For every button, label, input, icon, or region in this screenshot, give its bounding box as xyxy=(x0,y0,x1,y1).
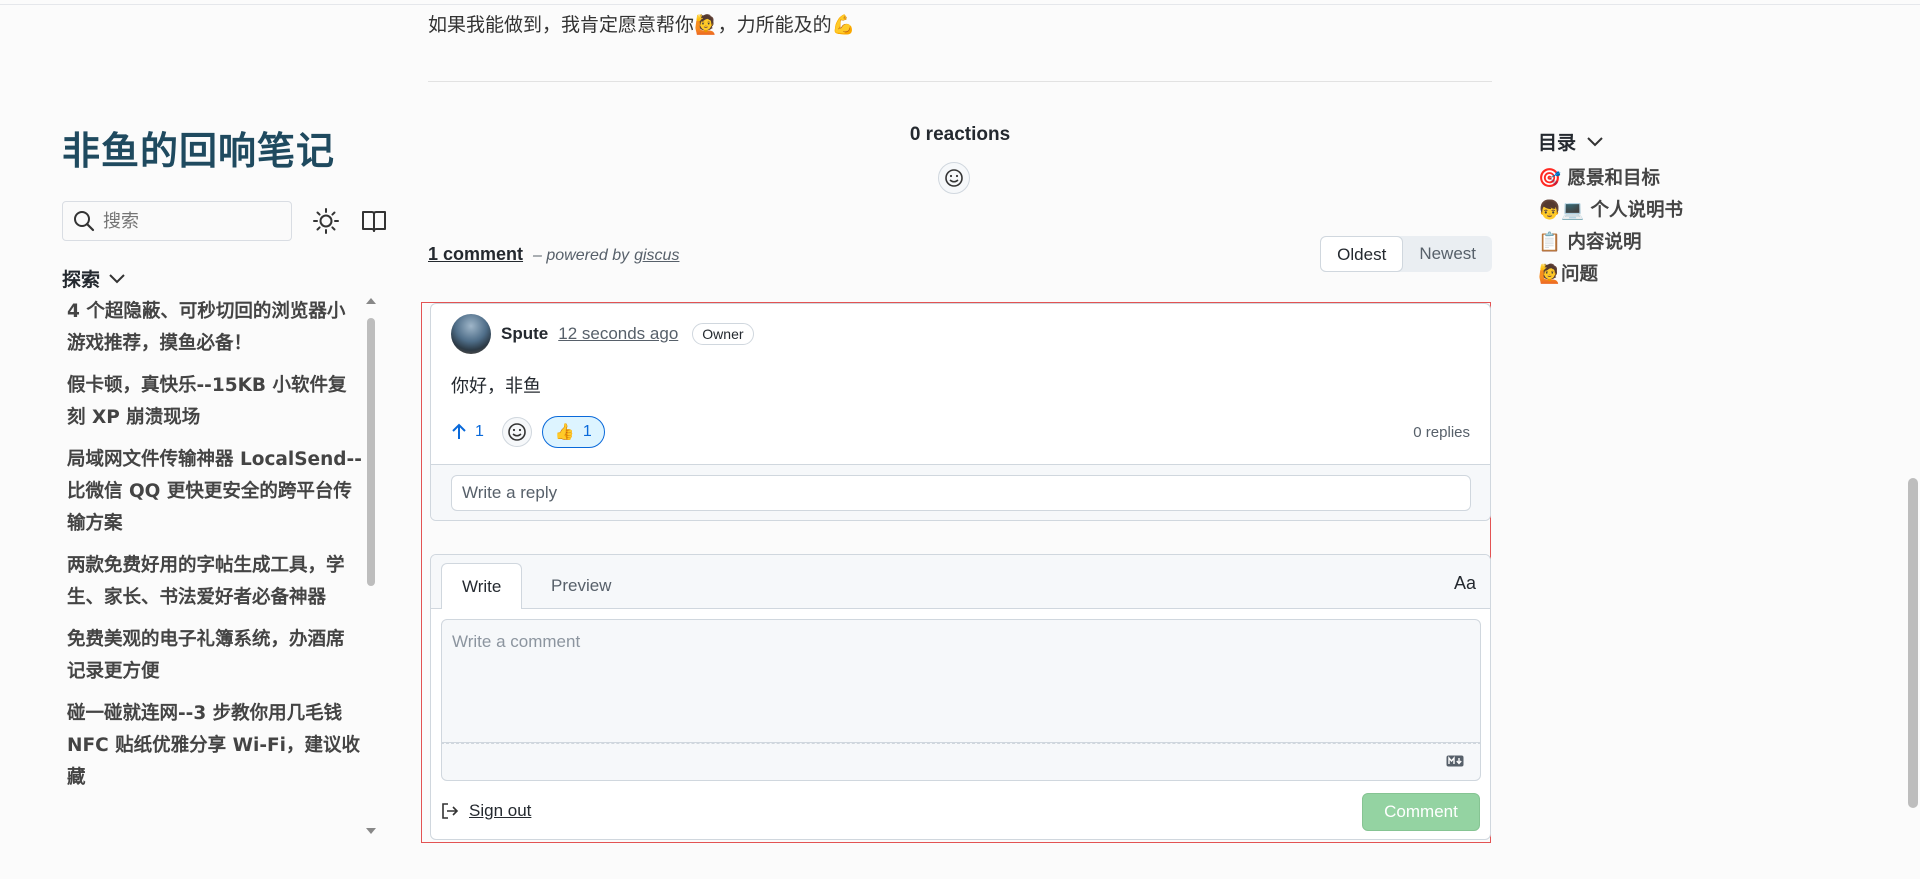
post-link[interactable]: 假卡顿，真快乐--15KB 小软件复刻 XP 崩溃现场 xyxy=(62,370,362,434)
sidebar-tools xyxy=(62,201,392,241)
toc-item[interactable]: 👦💻 个人说明书 xyxy=(1538,199,1683,223)
post-link[interactable]: 碰一碰就连网--3 步教你用几毛钱 NFC 贴纸优雅分享 Wi-Fi，建议收藏 xyxy=(62,698,362,794)
comment-editor: Write Preview Aa Write a comment Sign ou… xyxy=(430,554,1491,840)
search-icon xyxy=(74,211,95,232)
post-link[interactable]: 4 个超隐蔽、可秒切回的浏览器小游戏推荐，摸鱼必备！ xyxy=(62,296,362,360)
comment-count-line: 1 comment – powered by giscus xyxy=(428,244,679,265)
book-icon xyxy=(362,211,386,232)
page-scrollbar[interactable] xyxy=(1906,0,1920,879)
theme-toggle-button[interactable] xyxy=(312,207,340,235)
sort-newest-button[interactable]: Newest xyxy=(1403,236,1492,272)
comment-textarea[interactable]: Write a comment xyxy=(441,619,1481,743)
article-closing-text: 如果我能做到，我肯定愿意帮你🙋，力所能及的💪 xyxy=(428,14,856,36)
reply-input[interactable]: Write a reply xyxy=(451,475,1471,511)
sort-oldest-button[interactable]: Oldest xyxy=(1320,236,1404,272)
smiley-icon xyxy=(508,423,526,441)
sidebar: 非鱼的回响笔记 探索 xyxy=(62,120,392,292)
sun-icon xyxy=(313,208,339,234)
add-reaction-button[interactable] xyxy=(501,417,532,447)
scroll-up-arrow[interactable] xyxy=(366,298,376,304)
thumbs-up-icon: 👍 xyxy=(554,424,575,441)
smiley-icon xyxy=(945,169,963,187)
owner-badge: Owner xyxy=(692,323,754,345)
post-link[interactable]: 两款免费好用的字帖生成工具，学生、家长、书法爱好者必备神器 xyxy=(62,550,362,614)
upvote-button[interactable]: 1 xyxy=(451,423,484,441)
giscus-link[interactable]: giscus xyxy=(634,247,679,265)
sign-out-icon xyxy=(442,803,459,819)
tab-write[interactable]: Write xyxy=(441,563,523,609)
scrollbar-thumb[interactable] xyxy=(367,318,375,586)
markdown-icon xyxy=(1446,755,1464,767)
post-link[interactable]: 局域网文件传输神器 LocalSend--比微信 QQ 更快更安全的跨平台传输方… xyxy=(62,444,362,540)
toc-item[interactable]: 📋 内容说明 xyxy=(1538,231,1683,255)
comment-time[interactable]: 12 seconds ago xyxy=(558,324,678,344)
reactions-count: 0 reactions xyxy=(909,124,1011,145)
explore-label: 探索 xyxy=(62,269,101,291)
tab-preview[interactable]: Preview xyxy=(531,563,631,609)
textarea-footer xyxy=(441,743,1481,781)
comment-card: Spute 12 seconds ago Owner 你好，非鱼 1 👍 1 0… xyxy=(430,303,1491,521)
arrow-up-icon xyxy=(452,423,466,439)
thumbs-up-count: 1 xyxy=(582,423,592,440)
upvote-count: 1 xyxy=(475,423,484,440)
toc-item[interactable]: 🎯 愿景和目标 xyxy=(1538,167,1683,191)
site-title[interactable]: 非鱼的回响笔记 xyxy=(62,120,392,175)
sign-out-link[interactable]: Sign out xyxy=(441,801,531,821)
sidebar-scrollbar[interactable] xyxy=(366,298,376,838)
comment-actions: 1 👍 1 xyxy=(451,416,605,448)
scrollbar-thumb[interactable] xyxy=(1908,478,1918,808)
thumbs-up-reaction[interactable]: 👍 1 xyxy=(541,416,605,448)
comment-count-link[interactable]: 1 comment xyxy=(428,244,523,265)
top-divider xyxy=(0,4,1920,5)
post-link[interactable]: 免费美观的电子礼簿系统，办酒席记录更方便 xyxy=(62,624,362,688)
add-reaction-button[interactable] xyxy=(938,162,970,194)
comment-submit-button[interactable]: Comment xyxy=(1362,793,1480,831)
comment-body: 你好，非鱼 xyxy=(451,376,541,397)
post-list: 4 个超隐蔽、可秒切回的浏览器小游戏推荐，摸鱼必备！ 假卡顿，真快乐--15KB… xyxy=(62,296,362,826)
sign-out-label: Sign out xyxy=(469,801,532,820)
sort-toggle: Oldest Newest xyxy=(1320,236,1492,272)
editor-tabs: Write Preview Aa xyxy=(431,555,1490,609)
toc-title: 目录 xyxy=(1538,132,1577,154)
replies-count: 0 replies xyxy=(1413,424,1470,441)
comment-author[interactable]: Spute xyxy=(501,324,548,344)
search-input[interactable] xyxy=(103,210,273,232)
powered-by-text: – powered by xyxy=(533,247,630,264)
search-box[interactable] xyxy=(62,201,292,241)
toc-toggle[interactable]: 目录 xyxy=(1538,128,1683,155)
comment-header: Spute 12 seconds ago Owner xyxy=(451,314,754,354)
reading-mode-button[interactable] xyxy=(360,207,388,235)
avatar[interactable] xyxy=(451,314,491,354)
divider xyxy=(428,81,1492,82)
chevron-down-icon xyxy=(109,273,125,283)
scroll-down-arrow[interactable] xyxy=(366,828,376,834)
table-of-contents: 目录 🎯 愿景和目标 👦💻 个人说明书 📋 内容说明 🙋问题 xyxy=(1538,128,1683,287)
explore-toggle[interactable]: 探索 xyxy=(62,265,392,292)
font-toggle-button[interactable]: Aa xyxy=(1454,573,1476,594)
chevron-down-icon xyxy=(1587,136,1603,146)
reply-area: Write a reply xyxy=(431,464,1490,520)
toc-item[interactable]: 🙋问题 xyxy=(1538,263,1683,287)
